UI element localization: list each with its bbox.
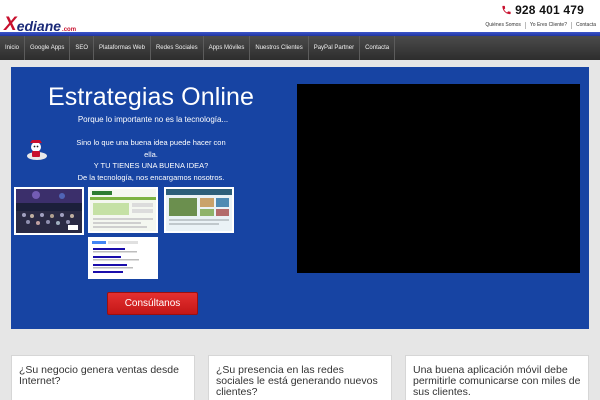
toplink-quienes-somos[interactable]: Quiénes Somos	[481, 22, 525, 29]
hero-title: Estrategias Online	[47, 83, 255, 111]
top-links: Quiénes Somos Yo Eres Cliente? Contacta	[481, 22, 600, 29]
event-photo-image	[16, 189, 82, 233]
nav-item-nuestros-clientes[interactable]: Nuestros Clientes	[250, 36, 309, 60]
main-nav: Inicio Google Apps SEO Plataformas Web R…	[0, 36, 600, 60]
feature-card-redes[interactable]: ¿Su presencia en las redes sociales le e…	[208, 355, 392, 400]
portfolio-thumb-event[interactable]	[14, 187, 84, 235]
nav-item-paypal-partner[interactable]: PayPal Partner	[309, 36, 361, 60]
nav-item-inicio[interactable]: Inicio	[0, 36, 26, 60]
pitch-line-3: De la tecnología, nos encargamos nosotro…	[77, 172, 225, 182]
portfolio-thumb-web-1[interactable]	[88, 187, 158, 233]
hero-pitch: Sino lo que una buena idea puede hacer c…	[71, 137, 231, 183]
phone-number: 928 401 479	[515, 3, 584, 17]
website-screenshot-image	[90, 189, 156, 231]
nav-item-seo[interactable]: SEO	[70, 36, 95, 60]
site-header: X ediane .com 928 401 479 Quiénes Somos …	[0, 0, 600, 34]
website-screenshot-image	[166, 189, 232, 231]
toplink-contacta[interactable]: Contacta	[570, 22, 600, 29]
phone-contact: 928 401 479	[501, 3, 584, 17]
mascot-icon	[27, 140, 47, 160]
site-logo[interactable]: X ediane .com	[4, 14, 76, 34]
feature-card-ventas[interactable]: ¿Su negocio genera ventas desde Internet…	[11, 355, 195, 400]
card-text: ¿Su negocio genera ventas desde Internet…	[19, 364, 179, 387]
search-results-image	[90, 239, 156, 277]
card-text: Una buena aplicación móvil debe permitir…	[413, 364, 581, 398]
portfolio-thumb-seo[interactable]	[88, 237, 158, 279]
nav-item-contacta[interactable]: Contacta	[360, 36, 396, 60]
nav-item-plataformas-web[interactable]: Plataformas Web	[94, 36, 151, 60]
nav-item-redes-sociales[interactable]: Redes Sociales	[151, 36, 204, 60]
nav-item-google-apps[interactable]: Google Apps	[25, 36, 71, 60]
pitch-line-2: Y TU TIENES UNA BUENA IDEA?	[93, 161, 209, 170]
hero-subtitle: Porque lo importante no es la tecnología…	[77, 115, 229, 124]
pitch-line-1: Sino lo que una buena idea puede hacer c…	[76, 138, 226, 159]
hero-banner: Estrategias Online Porque lo importante …	[11, 67, 589, 329]
card-text: ¿Su presencia en las redes sociales le e…	[216, 364, 378, 398]
toplink-eres-cliente[interactable]: Yo Eres Cliente?	[524, 22, 571, 29]
portfolio-thumb-web-2[interactable]	[164, 187, 234, 233]
feature-card-app[interactable]: Una buena aplicación móvil debe permitir…	[405, 355, 589, 400]
phone-icon	[502, 5, 511, 15]
nav-item-apps-moviles[interactable]: Apps Móviles	[204, 36, 251, 60]
consultanos-button[interactable]: Consúltanos	[107, 292, 198, 315]
video-player[interactable]	[297, 84, 580, 273]
